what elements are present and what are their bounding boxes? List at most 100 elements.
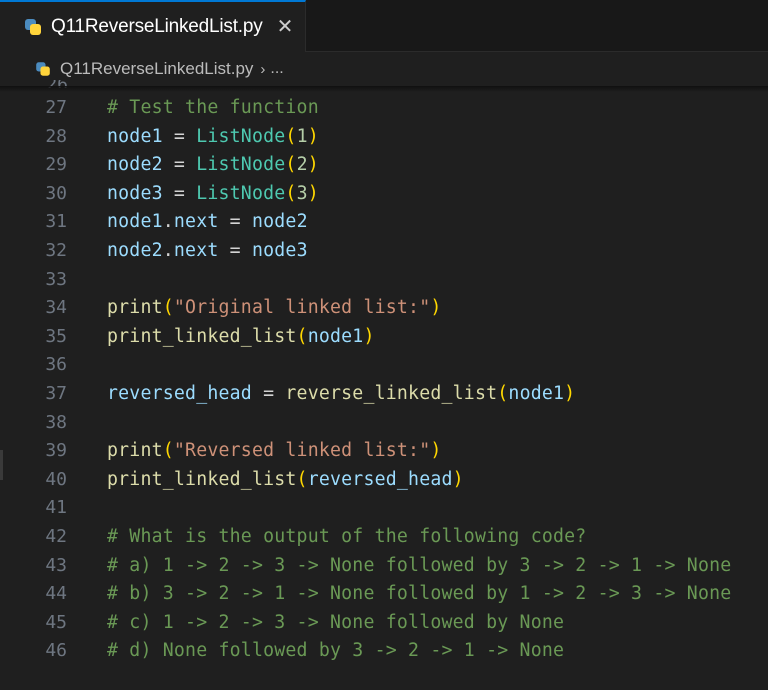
code-token: 3 [296,182,308,204]
code-line[interactable]: 35 print_linked_list(node1) [0,323,768,352]
code-token: node1 [107,211,163,233]
code-token: print [107,440,163,462]
line-number: 39 [45,440,67,462]
line-number: 29 [45,154,67,176]
code-token: 2 [296,154,308,176]
code-token: node3 [251,240,308,261]
code-text[interactable]: print_linked_list(reversed_head) [107,466,464,495]
code-line[interactable]: 44 # b) 3 -> 2 -> 1 -> None followed by 1… [0,580,768,609]
line-number: 27 [45,97,67,118]
line-number: 42 [45,526,67,547]
code-line[interactable]: 45 # c) 1 -> 2 -> 3 -> None followed by N… [0,609,768,638]
code-token: print [107,297,163,319]
code-token: # a) 1 -> 2 -> 3 -> None followed by 3 -… [107,554,732,576]
code-token: # What is the output of the following co… [107,526,587,547]
code-line[interactable]: 34 print("Original linked list:") [0,294,768,323]
editor-tab-active[interactable]: Q11ReverseLinkedList.py ✕ [0,0,306,52]
code-token: ( [296,325,308,347]
code-line[interactable]: 31 node1.next = node2 [0,208,768,237]
code-token: "Reversed linked list:" [173,440,431,462]
code-token: # c) 1 -> 2 -> 3 -> None followed by Non… [107,611,565,633]
line-number: 40 [45,468,67,490]
code-token: node3 [107,182,163,204]
code-line[interactable]: 30 node3 = ListNode(3) [0,180,768,209]
code-token: reversed_head [107,383,252,404]
code-token: ListNode [196,182,286,204]
line-number: 43 [45,554,67,576]
line-number: 44 [45,583,67,605]
code-line[interactable]: 29 node2 = ListNode(2) [0,151,768,180]
code-token: ) [307,182,319,204]
code-token: node1 [307,325,364,347]
code-line[interactable]: 39 print("Reversed linked list:") [0,437,768,466]
code-text[interactable]: node3 = ListNode(3) [107,180,319,209]
code-text[interactable]: node2.next = node3 [107,237,308,266]
python-file-icon [35,61,50,76]
code-text[interactable]: print("Reversed linked list:") [107,437,442,466]
code-token: ) [307,125,319,147]
tab-title: Q11ReverseLinkedList.py [51,16,263,37]
code-token: ListNode [196,154,286,176]
code-text[interactable]: # What is the output of the following co… [107,523,586,552]
code-line[interactable]: 32 node2.next = node3 [0,237,768,266]
code-line[interactable]: 33 [0,266,768,295]
code-token: = [218,240,252,261]
code-token: = [162,154,197,176]
code-text[interactable]: # a) 1 -> 2 -> 3 -> None followed by 3 -… [107,552,731,581]
code-token: ) [430,440,442,462]
code-text[interactable]: print_linked_list(node1) [107,323,375,352]
code-token: # Test the function [107,97,319,118]
code-line[interactable]: 37 reversed_head = reverse_linked_list(no… [0,380,768,409]
code-token: ( [285,182,297,204]
code-text[interactable]: node1.next = node2 [107,208,308,237]
code-text[interactable]: node1 = ListNode(1) [107,123,319,152]
code-token: = [162,125,197,147]
breadcrumb: Q11ReverseLinkedList.py › ... [0,52,768,86]
code-token: # d) None followed by 3 -> 2 -> 1 -> Non… [107,640,565,662]
code-token: node2 [107,240,163,261]
breadcrumb-symbols[interactable]: ... [270,60,283,78]
code-line[interactable]: 28 node1 = ListNode(1) [0,123,768,152]
code-token: ) [307,154,319,176]
code-text[interactable]: # b) 3 -> 2 -> 1 -> None followed by 1 -… [107,580,731,609]
chevron-right-icon: › [260,60,266,78]
code-text[interactable]: reversed_head = reverse_linked_list(node… [107,380,575,409]
line-number: 30 [45,182,67,204]
line-number: 45 [45,611,67,633]
code-token: ( [162,440,174,462]
code-token: print_linked_list [107,325,297,347]
code-token: 1 [296,125,308,147]
code-token: ( [162,297,174,319]
code-token: node2 [251,211,308,233]
code-text[interactable]: # c) 1 -> 2 -> 3 -> None followed by Non… [107,609,564,638]
code-line[interactable]: 40 print_linked_list(reversed_head) [0,466,768,495]
code-text[interactable]: # Test the function [107,94,319,123]
code-token: ListNode [196,125,286,147]
code-token: next [173,211,219,233]
code-line[interactable]: 41 [0,494,768,523]
line-number: 37 [45,383,67,404]
code-token: = [251,383,286,404]
code-token: reverse_linked_list [285,383,498,404]
tab-bar: Q11ReverseLinkedList.py ✕ [0,0,768,52]
code-line[interactable]: 42 # What is the output of the following … [0,523,768,552]
line-number: 31 [45,211,67,233]
close-icon[interactable]: ✕ [277,17,294,37]
code-token: ( [285,125,297,147]
code-line[interactable]: 43 # a) 1 -> 2 -> 3 -> None followed by 3… [0,552,768,581]
line-number: 38 [45,411,67,433]
code-token: . [162,211,174,233]
code-token: ) [564,383,576,404]
code-line[interactable]: 38 [0,409,768,438]
breadcrumb-file[interactable]: Q11ReverseLinkedList.py [60,59,253,79]
code-line[interactable]: 27 # Test the function [0,94,768,123]
code-line[interactable]: 46 # d) None followed by 3 -> 2 -> 1 -> N… [0,637,768,666]
code-line[interactable]: 36 [0,351,768,380]
code-text[interactable]: node2 = ListNode(2) [107,151,319,180]
code-text[interactable]: print("Original linked list:") [107,294,442,323]
code-text[interactable]: # d) None followed by 3 -> 2 -> 1 -> Non… [107,637,564,666]
line-number: 35 [45,325,67,347]
line-number: 36 [45,354,67,376]
code-token: print_linked_list [107,468,297,490]
line-number: 33 [45,268,67,290]
